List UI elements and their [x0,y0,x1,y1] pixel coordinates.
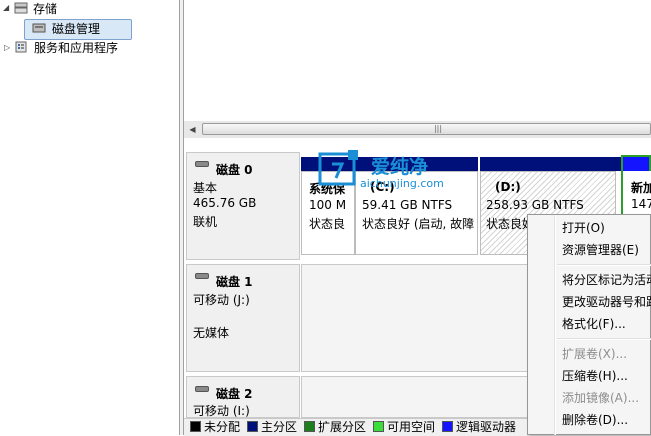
watermark-url: aichunjing.com [360,177,444,190]
menu-item-extend-volume: 扩展卷(X)... [562,347,628,361]
partition-size: 59.41 GB NTFS [362,198,453,212]
menu-item-mark-active[interactable]: 将分区标记为活动 [562,270,651,290]
scrollbar-grip-icon: ||| [433,124,443,133]
volume-list-pane [184,0,651,122]
scroll-left-icon[interactable]: ◀ [186,123,199,136]
disk-management-icon [32,23,46,33]
disk-2-type: 可移动 (I:) [193,404,250,418]
partition-label: (D:) [495,180,521,194]
legend-label-extended: 扩展分区 [318,420,367,434]
partition-status: 状态良 [309,217,346,231]
tree-item-storage[interactable]: 存储 [33,0,57,18]
menu-item-delete-volume[interactable]: 删除卷(D)... [562,410,628,430]
menu-item-explorer[interactable]: 资源管理器(E) [562,240,639,260]
watermark-text: 爱纯净 [371,156,429,178]
menu-item-shrink-volume[interactable]: 压缩卷(H)... [562,366,628,386]
menu-item-open[interactable]: 打开(O) [562,218,605,238]
partition-label: 新加 [631,181,651,195]
disk-0-icon [195,161,209,167]
storage-icon [14,2,28,14]
tree-item-disk-management-label: 磁盘管理 [52,22,101,36]
legend-label-free-space: 可用空间 [387,420,436,434]
disk-2-icon [195,386,209,392]
disk-1-name: 磁盘 1 [216,275,253,289]
disk-1-media: 无媒体 [193,326,230,340]
legend-swatch-free-space [373,421,384,432]
watermark-logo-icon [318,150,358,186]
expand-arrow-icon[interactable]: ▷ [4,44,12,52]
menu-item-format[interactable]: 格式化(F)... [562,314,626,334]
services-icon [15,41,27,53]
partition-status: 状态良好 [486,217,530,231]
legend-label-primary: 主分区 [261,420,298,434]
partition-status: 状态良好 (启动, 故障 [362,217,474,231]
partition-size: 147 [631,197,651,211]
menu-item-add-mirror: 添加镜像(A)... [562,391,640,405]
disk-0-type: 基本 [193,181,218,195]
legend-label-unallocated: 未分配 [204,420,241,434]
disk-0-size: 465.76 GB [193,196,257,210]
context-menu-gutter [554,215,556,435]
partition-bar-divider [478,157,480,171]
disk-0-name: 磁盘 0 [216,163,253,177]
disk-2-name: 磁盘 2 [216,387,253,401]
legend-swatch-unallocated [190,421,201,432]
partition-size: 100 M [309,198,347,212]
partition-size: 258.93 GB NTFS [486,198,584,212]
collapse-arrow-icon[interactable]: ◢ [3,4,11,12]
legend-swatch-extended [304,421,315,432]
scrollbar-thumb[interactable] [202,123,651,135]
disk-0-status: 联机 [193,215,218,229]
menu-separator [557,264,651,266]
legend-swatch-primary [247,421,258,432]
disk-1-icon [195,273,209,279]
menu-item-change-drive-letter[interactable]: 更改驱动器号和路 [562,292,651,312]
console-tree [0,0,180,435]
menu-separator [557,338,651,340]
legend-label-logical: 逻辑驱动器 [456,420,517,434]
legend-swatch-logical [442,421,453,432]
disk-1-type: 可移动 (J:) [193,293,250,307]
tree-item-services[interactable]: 服务和应用程序 [34,39,118,57]
